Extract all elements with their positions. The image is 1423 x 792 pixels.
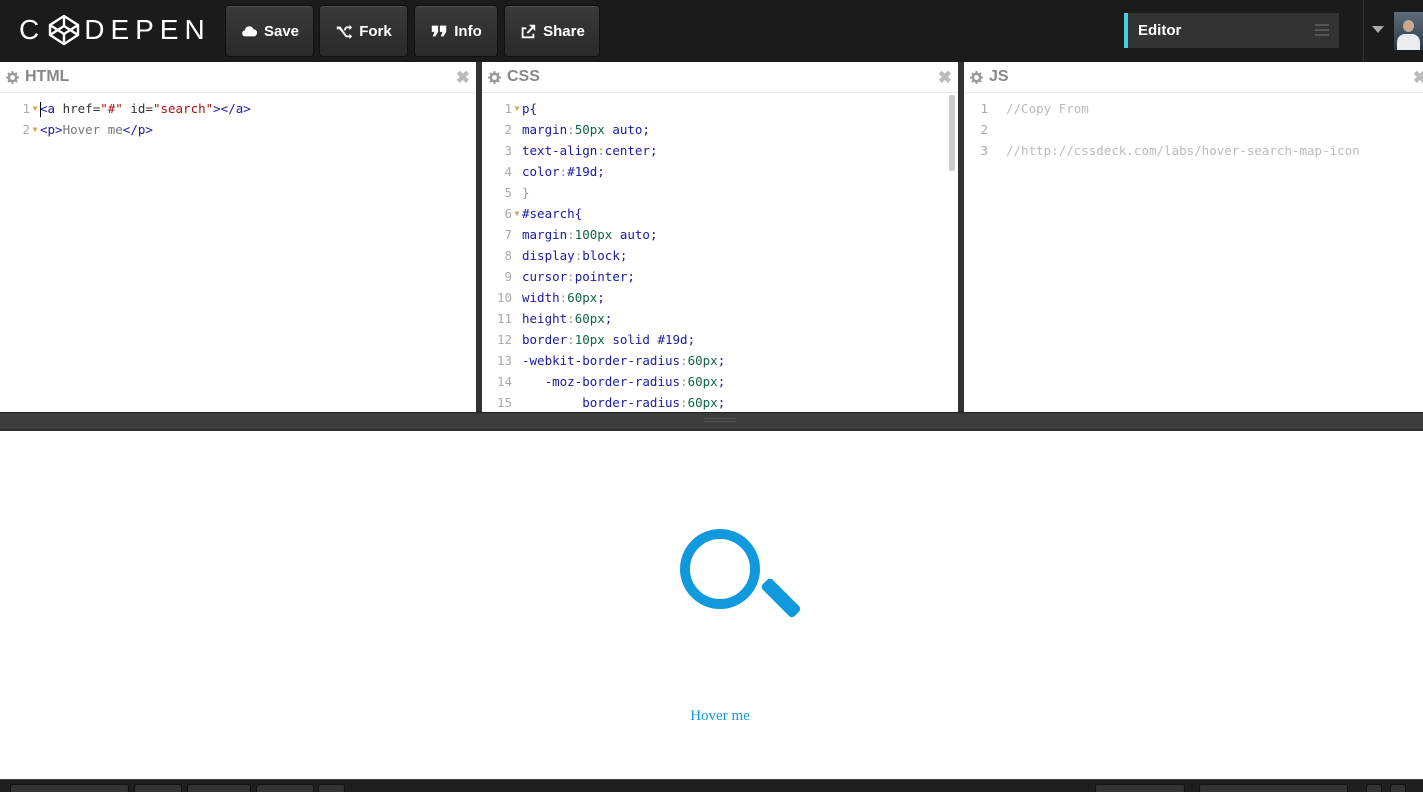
js-pane-title: JS — [989, 68, 1009, 85]
codepen-cube-icon — [49, 14, 80, 46]
bottom-button[interactable] — [256, 784, 314, 792]
code-line: 7 margin:100px auto; — [504, 227, 658, 242]
code-line: 13 -webkit-border-radius:60px; — [496, 353, 726, 368]
fold-arrow-icon[interactable]: ▼ — [512, 203, 522, 224]
fork-icon — [337, 24, 353, 40]
quote-icon — [432, 25, 447, 37]
bottom-toolbar — [0, 779, 1423, 792]
code-line: 10 width:60px; — [496, 290, 605, 305]
fold-arrow-icon[interactable]: ▼ — [30, 119, 40, 140]
code-line: 9 cursor:pointer; — [504, 269, 635, 284]
code-line: 11 height:60px; — [496, 311, 613, 326]
view-mode-label: Editor — [1138, 22, 1182, 39]
code-line: 4 color:#19d; — [504, 164, 605, 179]
code-line: 15 border-radius:60px; — [496, 395, 726, 410]
bottom-button[interactable] — [318, 784, 345, 792]
css-pane-scrollbar[interactable] — [949, 95, 955, 171]
layout-icon[interactable] — [1366, 784, 1382, 792]
gear-icon[interactable] — [6, 70, 19, 84]
save-button-label: Save — [263, 22, 300, 40]
view-mode-select[interactable]: Editor — [1124, 13, 1339, 48]
bottom-button[interactable] — [1095, 784, 1185, 792]
gear-icon[interactable] — [970, 70, 983, 84]
chevron-down-icon[interactable] — [1372, 26, 1384, 33]
cloud-icon — [242, 26, 258, 37]
js-pane-header: JS ✖ — [964, 62, 1423, 93]
share-button-label: Share — [543, 22, 585, 40]
top-header: C DEPEN Save Fork Info Share Editor — [0, 0, 1423, 62]
bottom-button[interactable] — [187, 784, 251, 792]
bottom-button[interactable] — [10, 784, 129, 792]
close-icon[interactable]: ✖ — [938, 68, 952, 88]
share-button[interactable]: Share — [504, 5, 600, 57]
logo-text-end: DEPEN — [84, 14, 211, 45]
code-line: 12 border:10px solid #19d; — [496, 332, 696, 347]
code-line: 1 ▼ p{ — [482, 98, 958, 119]
code-line: 2 ▼ <p>Hover me</p> — [0, 119, 476, 140]
code-line: 3 text-align:center; — [504, 143, 658, 158]
fold-arrow-icon[interactable]: ▼ — [30, 98, 40, 119]
css-pane-title: CSS — [507, 68, 540, 85]
avatar[interactable] — [1394, 12, 1423, 50]
js-code-editor[interactable]: 1//Copy From 2 3//http://cssdeck.com/lab… — [964, 93, 1423, 161]
code-line: 3//http://cssdeck.com/labs/hover-search-… — [980, 143, 1360, 158]
code-line: 6 ▼ #search{ — [482, 203, 958, 224]
bottom-button[interactable] — [134, 784, 182, 792]
header-divider — [1363, 0, 1364, 62]
hover-me-text: Hover me — [690, 708, 750, 724]
fold-arrow-icon[interactable]: ▼ — [512, 98, 522, 119]
html-code-editor[interactable]: 1 ▼ <a href="#" id="search"></a> 2 ▼ <p>Hove… — [0, 93, 476, 140]
drag-handle-icon[interactable] — [704, 418, 736, 423]
html-pane: HTML ✖ 1 ▼ <a href="#" id="search"></a> 2 ▼… — [0, 62, 476, 412]
info-button[interactable]: Info — [414, 5, 498, 57]
codepen-logo[interactable]: C DEPEN — [19, 14, 211, 46]
editor-area: HTML ✖ 1 ▼ <a href="#" id="search"></a> 2 ▼… — [0, 62, 1423, 412]
code-line: 1//Copy From — [980, 101, 1089, 116]
close-icon[interactable]: ✖ — [456, 68, 470, 88]
menu-icon — [1315, 24, 1329, 36]
resize-splitter[interactable] — [0, 412, 1423, 431]
logo-text-start: C — [19, 14, 46, 45]
css-code-editor[interactable]: 1 ▼ p{ 2 margin:50px auto; 3 text-align:cent… — [482, 93, 958, 412]
layout-icon[interactable] — [1390, 784, 1406, 792]
fork-button[interactable]: Fork — [319, 5, 408, 57]
html-pane-title: HTML — [25, 68, 70, 85]
code-line: 1 ▼ <a href="#" id="search"></a> — [0, 98, 476, 119]
gear-icon[interactable] — [488, 70, 501, 84]
css-pane: CSS ✖ 1 ▼ p{ 2 margin:50px auto; 3 text-alig… — [482, 62, 958, 412]
code-line: 14 -moz-border-radius:60px; — [496, 374, 726, 389]
code-line: 2 margin:50px auto; — [504, 122, 650, 137]
code-line: 5} — [504, 185, 530, 200]
search-icon-handle[interactable] — [760, 577, 802, 619]
fork-button-label: Fork — [359, 22, 392, 40]
save-button[interactable]: Save — [225, 5, 314, 57]
info-button-label: Info — [454, 22, 482, 40]
bottom-button-group[interactable] — [1199, 784, 1348, 792]
share-icon — [521, 24, 536, 39]
search-icon[interactable] — [680, 529, 760, 609]
code-line: 8 display:block; — [504, 248, 628, 263]
code-line: 2 — [980, 122, 988, 137]
html-pane-header: HTML ✖ — [0, 62, 476, 93]
js-pane: JS ✖ 1//Copy From 2 3//http://cssdeck.co… — [964, 62, 1423, 412]
preview-pane: Hover me — [0, 431, 1423, 779]
css-pane-header: CSS ✖ — [482, 62, 958, 93]
close-icon[interactable]: ✖ — [1413, 68, 1423, 88]
